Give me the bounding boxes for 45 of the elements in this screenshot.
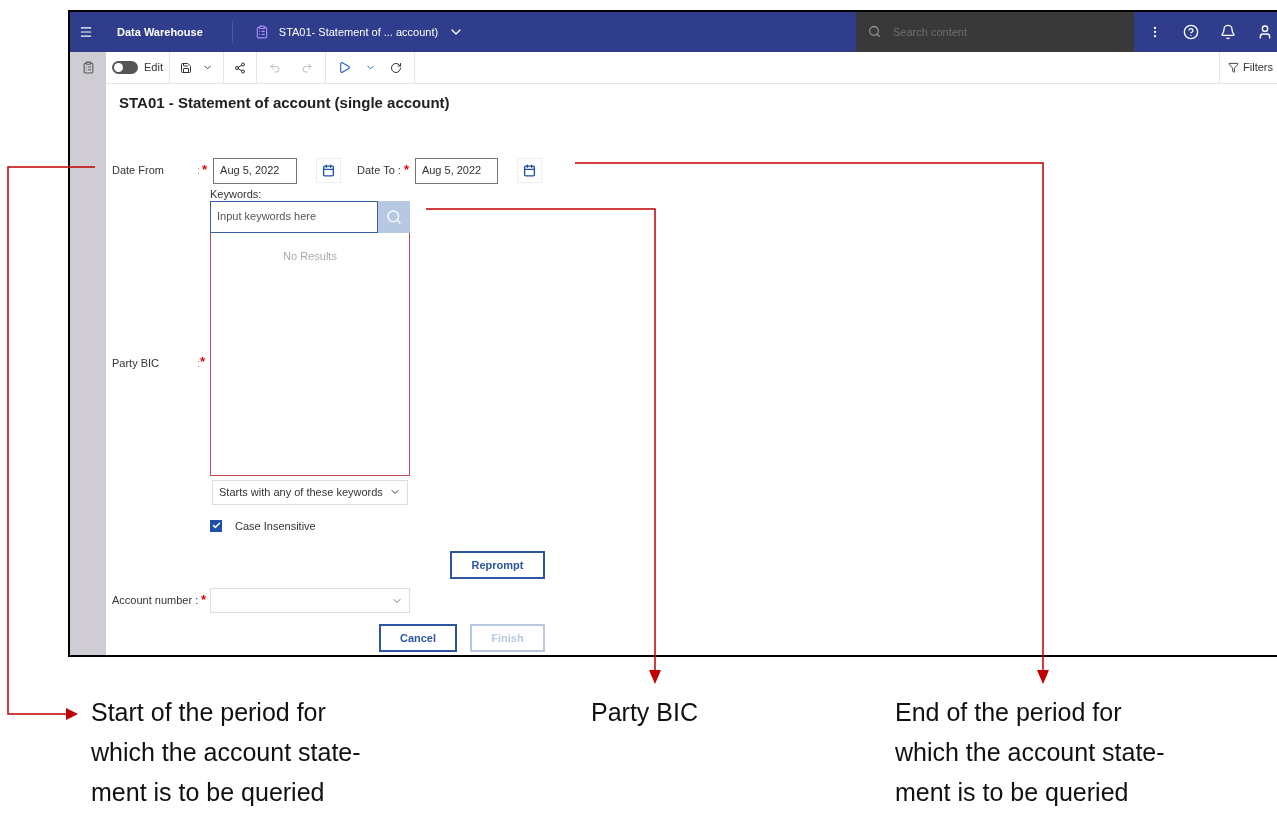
notifications-icon[interactable] [1220, 24, 1236, 40]
filters-button[interactable]: Filters [1219, 52, 1277, 83]
reprompt-button[interactable]: Reprompt [450, 551, 545, 579]
annotation-text: End of the period for which the account state-ment is to be queried [895, 697, 1166, 808]
empty-message: No Results [283, 248, 337, 264]
search-icon [868, 25, 881, 38]
report-title: STA01 - Statement of account (single account) [119, 93, 450, 113]
share-icon[interactable] [233, 61, 246, 74]
field-label: Account number : [112, 593, 200, 609]
refresh-icon[interactable] [389, 61, 402, 74]
keywords-label: Keywords: [210, 187, 263, 201]
help-icon[interactable] [1183, 24, 1199, 40]
calendar-button[interactable] [316, 158, 342, 183]
filter-icon [1228, 62, 1240, 73]
required-mark: * [201, 592, 207, 608]
checkbox[interactable] [210, 519, 222, 532]
field-label: Party BIC [112, 355, 161, 371]
field-separator: : [197, 163, 201, 179]
date-field[interactable]: Aug 5, 2022 [414, 157, 498, 184]
keywords-field[interactable]: Input keywords here [210, 200, 378, 233]
app-title: Data Warehouse [117, 24, 203, 40]
edit-label: Edit [144, 60, 163, 76]
checkbox-label: Case Insensitive [235, 518, 316, 534]
dialog-button[interactable]: Cancel [379, 624, 457, 652]
clipboard-icon[interactable] [81, 61, 95, 74]
clipboard-icon [254, 25, 269, 39]
date-field[interactable]: Aug 5, 2022 [213, 157, 298, 184]
annotation-text: Start of the period for which the account state-ment is to be queried [91, 697, 362, 808]
required-mark: * [403, 162, 409, 178]
field-label: Date From [112, 163, 165, 179]
required-mark: * [200, 354, 206, 368]
calendar-icon [522, 164, 536, 177]
field-label: Date To : [357, 163, 401, 179]
required-mark: * [202, 162, 208, 178]
match-mode-dropdown[interactable]: Starts with any of these keywords [212, 479, 408, 505]
edit-toggle[interactable] [112, 61, 138, 74]
field-separator: : [197, 355, 201, 371]
run-icon[interactable] [337, 61, 351, 74]
user-icon[interactable] [1257, 24, 1273, 40]
annotation-text: Party BIC [591, 697, 698, 728]
calendar-icon [322, 164, 336, 177]
report-tab[interactable]: STA01- Statement of ... account) [254, 23, 465, 41]
save-icon[interactable] [179, 61, 192, 74]
menu-icon[interactable] [79, 25, 93, 39]
calendar-button[interactable] [516, 158, 542, 183]
